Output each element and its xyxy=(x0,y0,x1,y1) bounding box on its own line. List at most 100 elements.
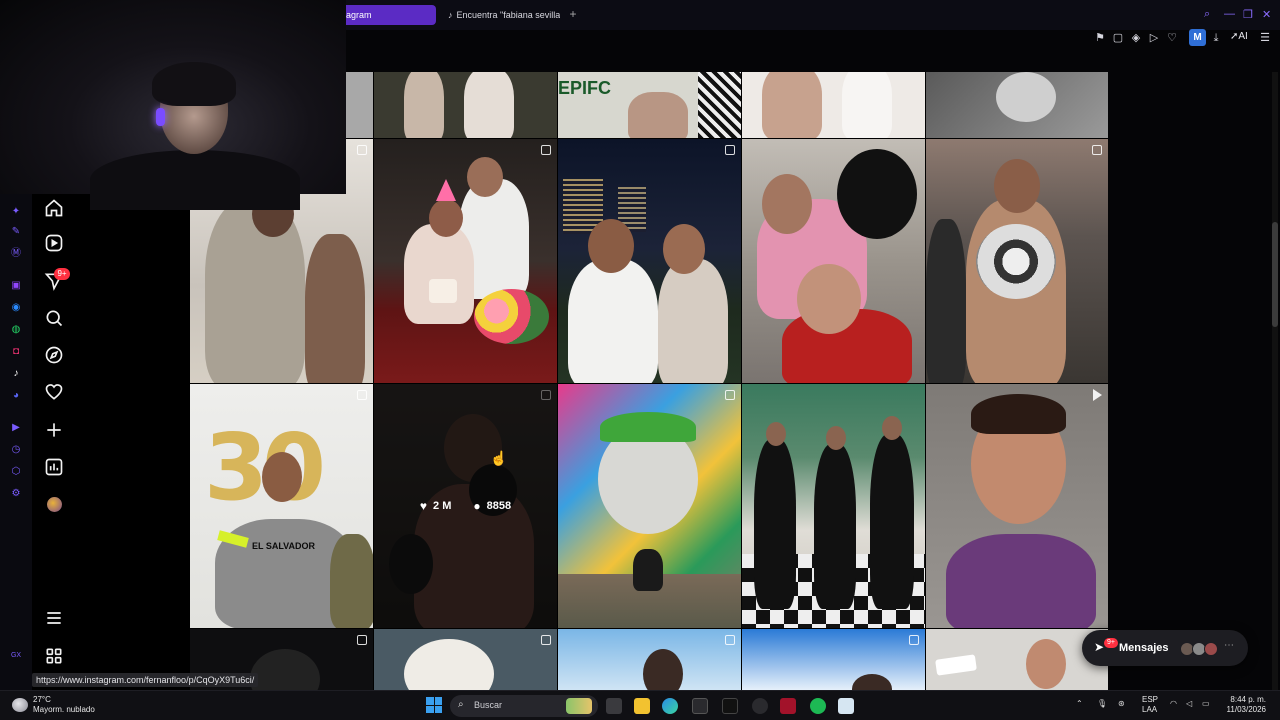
heart-outline-icon[interactable]: ♡ xyxy=(1165,31,1179,45)
post-tile[interactable] xyxy=(742,139,925,383)
post-tile[interactable] xyxy=(926,629,1108,690)
task-view-icon[interactable] xyxy=(606,698,622,714)
post-tile[interactable] xyxy=(558,629,741,690)
notepad-icon[interactable] xyxy=(838,698,854,714)
m-app-icon[interactable]: Ⓜ xyxy=(10,248,22,260)
taskbar-search[interactable]: ⌕ Buscar xyxy=(450,695,598,717)
ai-button[interactable]: ➚AI xyxy=(1230,31,1248,42)
post-person-head xyxy=(766,422,786,446)
extensions-icon[interactable]: ⬡ xyxy=(10,466,22,478)
account-badge[interactable]: M xyxy=(1189,29,1206,46)
ai-label: AI xyxy=(1238,31,1248,42)
heart-filled-icon: ♥ xyxy=(419,499,428,513)
post-tile[interactable]: EPIFC xyxy=(558,72,741,138)
apps-grid-icon[interactable] xyxy=(44,646,64,666)
discord-icon[interactable]: ◕ xyxy=(10,390,22,402)
twitch-icon[interactable]: ▣ xyxy=(10,280,22,292)
post-tile[interactable] xyxy=(374,139,557,383)
shield-icon[interactable]: ◈ xyxy=(1129,31,1143,45)
weather-desc[interactable]: Mayorm. nublado xyxy=(33,705,95,714)
post-person xyxy=(754,439,796,609)
spotify-icon[interactable] xyxy=(810,698,826,714)
post-tile[interactable] xyxy=(374,72,557,138)
opera-sidebar: ✦ ✎ Ⓜ ▣ ◉ ◍ ◘ ♪ ◕ ▶ ◷ ⬡ ⚙ GX xyxy=(0,194,32,690)
carousel-icon xyxy=(541,635,551,645)
profile-avatar[interactable] xyxy=(47,497,62,512)
settings-icon[interactable]: ⚙ xyxy=(10,488,22,500)
heart-icon[interactable] xyxy=(44,382,64,402)
insights-icon[interactable] xyxy=(44,457,64,477)
weather-temp[interactable]: 27°C xyxy=(33,695,51,704)
post-tile[interactable] xyxy=(742,629,925,690)
instagram-icon[interactable]: ◘ xyxy=(10,346,22,358)
tab-instagram[interactable]: agram xyxy=(338,5,436,25)
carousel-icon xyxy=(357,635,367,645)
steam-icon[interactable] xyxy=(752,698,768,714)
volume-icon[interactable]: ◁ xyxy=(1186,699,1192,708)
whatsapp-icon[interactable]: ◍ xyxy=(10,324,22,336)
bookmark-icon[interactable]: ⚑ xyxy=(1093,31,1107,45)
post-tile[interactable] xyxy=(926,139,1108,383)
opera-gx-icon[interactable] xyxy=(780,698,796,714)
clock-date[interactable]: 11/03/2026 xyxy=(1226,705,1266,714)
epic-games-icon[interactable] xyxy=(722,698,738,714)
player-icon[interactable]: ▶ xyxy=(10,422,22,434)
create-icon[interactable] xyxy=(44,420,64,440)
post-tile-hovered[interactable]: ♥ 2 M ● 8858 ☝ xyxy=(374,384,557,628)
store-icon[interactable] xyxy=(692,698,708,714)
aria-icon[interactable]: ✦ xyxy=(10,206,22,218)
webcam-headset xyxy=(156,108,165,126)
file-explorer-icon[interactable] xyxy=(634,698,650,714)
tiktok-icon: ♪ xyxy=(448,10,453,20)
language-indicator[interactable]: ESP xyxy=(1142,695,1158,704)
carousel-icon xyxy=(357,390,367,400)
messenger-icon[interactable]: ◉ xyxy=(10,302,22,314)
post-tile[interactable] xyxy=(742,384,925,628)
download-icon[interactable]: ⤓ xyxy=(1209,31,1223,45)
tab-search[interactable]: ♪ Encuentra "fabiana sevilla xyxy=(440,5,560,25)
tray-chevron-icon[interactable]: ⌃ xyxy=(1076,699,1083,708)
tiktok-sidebar-icon[interactable]: ♪ xyxy=(10,368,22,380)
post-dog xyxy=(404,639,494,690)
reels-icon[interactable] xyxy=(44,233,64,253)
history-icon[interactable]: ◷ xyxy=(10,444,22,456)
post-tile[interactable]: 30 EL SALVADOR xyxy=(190,384,373,628)
play-icon[interactable]: ▷ xyxy=(1147,31,1161,45)
carousel-icon xyxy=(541,390,551,400)
more-menu-icon[interactable] xyxy=(44,608,64,628)
search-icon[interactable] xyxy=(44,308,64,328)
page-scrollbar[interactable] xyxy=(1272,72,1278,690)
gx-icon[interactable]: GX xyxy=(10,650,22,662)
microphone-icon[interactable]: 🎙 xyxy=(1097,699,1107,708)
wifi-icon[interactable]: ◠ xyxy=(1170,699,1177,708)
notes-icon[interactable]: ✎ xyxy=(10,226,22,238)
search-tabs-icon[interactable]: ⌕ xyxy=(1204,8,1210,21)
windows-start-icon[interactable] xyxy=(426,697,442,713)
post-tile[interactable] xyxy=(926,384,1108,628)
post-person-head xyxy=(882,416,902,440)
post-tile[interactable] xyxy=(374,629,557,690)
messages-button[interactable]: ➤ 9+ Mensajes ⋯ xyxy=(1082,630,1248,666)
clock-time[interactable]: 8:44 p. m. xyxy=(1226,695,1266,704)
snapshot-icon[interactable]: ▢ xyxy=(1111,31,1125,45)
close-icon[interactable]: ✕ xyxy=(1262,8,1271,21)
restore-icon[interactable]: ❐ xyxy=(1243,8,1253,21)
home-icon[interactable] xyxy=(44,198,64,218)
battery-icon[interactable]: ▭ xyxy=(1202,699,1210,708)
vpn-icon[interactable]: ⊛ xyxy=(1118,699,1125,708)
post-tile[interactable] xyxy=(558,139,741,383)
messages-badge: 9+ xyxy=(1104,638,1118,648)
post-tile[interactable] xyxy=(742,72,925,138)
post-tile[interactable] xyxy=(558,384,741,628)
notification-badge: 9+ xyxy=(54,268,70,280)
post-tile[interactable] xyxy=(926,72,1108,138)
minimize-icon[interactable]: — xyxy=(1224,8,1235,20)
menu-icon[interactable]: ☰ xyxy=(1258,31,1272,45)
explore-icon[interactable] xyxy=(44,345,64,365)
weather-cloud-icon[interactable] xyxy=(12,698,28,712)
edge-icon[interactable] xyxy=(662,698,678,714)
new-tab-button[interactable]: + xyxy=(566,8,580,22)
scrollbar-thumb[interactable] xyxy=(1272,222,1278,327)
post-person xyxy=(926,219,966,383)
keyboard-layout[interactable]: LAA xyxy=(1142,705,1157,714)
